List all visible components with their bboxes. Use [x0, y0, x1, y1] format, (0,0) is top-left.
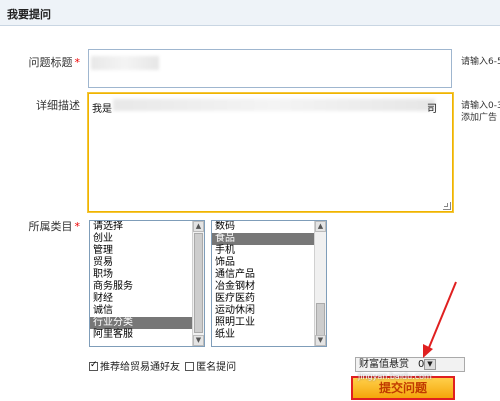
- annotation-arrow-icon: [423, 281, 457, 358]
